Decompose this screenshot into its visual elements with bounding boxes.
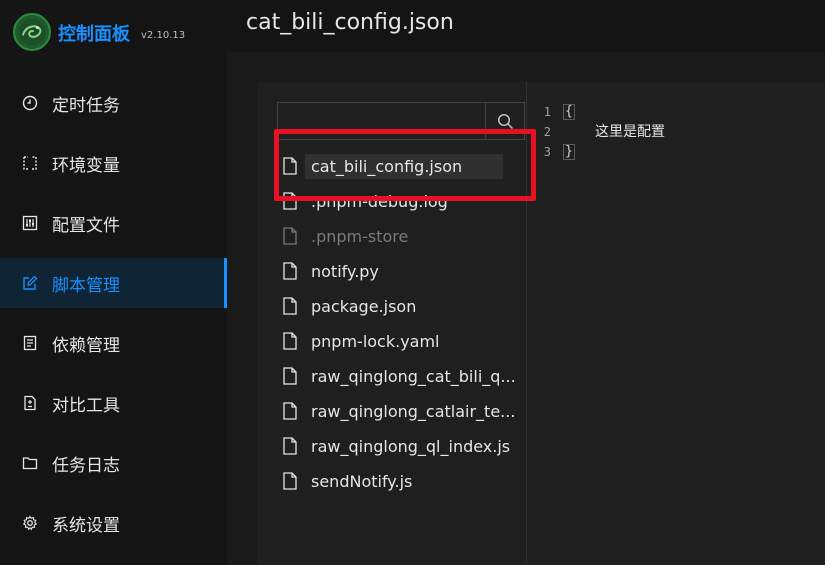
sidebar-item-label: 环境变量 (52, 155, 120, 176)
version-label: v2.10.13 (141, 30, 186, 41)
sidebar-item-label: 定时任务 (52, 95, 120, 116)
folder-icon (22, 455, 38, 471)
sidebar-item-label: 配置文件 (52, 215, 120, 236)
file-icon (283, 332, 297, 350)
sidebar-item-label: 系统设置 (52, 515, 120, 536)
file-name: sendNotify.js (311, 471, 413, 491)
edit-icon (22, 275, 38, 291)
sidebar-item-label: 对比工具 (52, 395, 120, 416)
file-name: package.json (311, 296, 417, 316)
search-icon (497, 113, 513, 129)
code-editor[interactable]: 1 { 2 3 } (527, 100, 825, 565)
line-number: 2 (543, 125, 551, 139)
sidebar-item-config[interactable]: 配置文件 (0, 198, 227, 248)
file-item[interactable]: sendNotify.js (283, 466, 412, 496)
sidebar-item-logs[interactable]: 任务日志 (0, 438, 227, 488)
sidebar: 控制面板 v2.10.13 定时任务 环境变量 配置文件 脚本管理 依赖管理 对… (0, 0, 227, 565)
search-button[interactable] (485, 103, 524, 139)
file-item[interactable]: notify.py (283, 256, 379, 286)
editor-line: 2 (527, 122, 563, 142)
file-icon (283, 402, 297, 420)
clock-icon (22, 95, 38, 111)
code-text: } (563, 144, 575, 160)
sidebar-item-dependencies[interactable]: 依赖管理 (0, 318, 227, 368)
sidebar-item-settings[interactable]: 系统设置 (0, 498, 227, 548)
file-item[interactable]: raw_qinglong_catlair_te... (283, 396, 515, 426)
file-item[interactable]: package.json (283, 291, 416, 321)
file-icon (283, 367, 297, 385)
editor-line: 3 } (527, 142, 575, 162)
brand-title: 控制面板 (58, 24, 130, 45)
file-search-box (277, 102, 525, 140)
sidebar-item-label: 脚本管理 (52, 275, 120, 296)
file-icon (283, 262, 297, 280)
editor-line: 1 { (527, 102, 575, 122)
config-content-text: 这里是配置 (595, 124, 665, 140)
file-item[interactable]: raw_qinglong_ql_index.js (283, 431, 510, 461)
dragon-logo-icon (18, 18, 46, 46)
diff-icon (22, 395, 38, 411)
logo (13, 13, 51, 51)
file-icon (283, 157, 297, 175)
file-icon (283, 192, 297, 210)
file-name: raw_qinglong_cat_bili_q... (311, 366, 516, 386)
sidebar-item-label: 任务日志 (52, 455, 120, 476)
line-number: 1 (543, 105, 551, 119)
package-icon (22, 335, 38, 351)
file-item[interactable]: .pnpm-debug.log (283, 186, 448, 216)
file-icon (283, 227, 297, 245)
page-title: cat_bili_config.json (246, 10, 454, 35)
file-name: raw_qinglong_ql_index.js (311, 436, 511, 456)
file-item[interactable]: raw_qinglong_cat_bili_q... (283, 361, 516, 391)
sliders-icon (22, 215, 38, 231)
variable-icon (22, 155, 38, 171)
sidebar-item-scripts[interactable]: 脚本管理 (0, 258, 227, 308)
search-input[interactable] (278, 103, 485, 139)
file-name: .pnpm-store (311, 226, 409, 246)
file-name: .pnpm-debug.log (311, 191, 448, 211)
code-text: { (563, 104, 575, 120)
file-item[interactable]: .pnpm-store (283, 221, 408, 251)
file-name: raw_qinglong_catlair_te... (311, 401, 516, 421)
file-item[interactable]: cat_bili_config.json (283, 151, 503, 181)
file-icon (283, 472, 297, 490)
sidebar-item-cron[interactable]: 定时任务 (0, 78, 227, 128)
sidebar-item-label: 依赖管理 (52, 335, 120, 356)
gear-icon (22, 515, 38, 531)
file-icon (283, 437, 297, 455)
file-name: cat_bili_config.json (305, 153, 503, 179)
line-number: 3 (543, 145, 551, 159)
page-header: cat_bili_config.json (227, 0, 825, 52)
sidebar-item-diff[interactable]: 对比工具 (0, 378, 227, 428)
file-name: pnpm-lock.yaml (311, 331, 440, 351)
file-item[interactable]: pnpm-lock.yaml (283, 326, 440, 356)
sidebar-item-env[interactable]: 环境变量 (0, 138, 227, 188)
file-name: notify.py (311, 261, 379, 281)
file-icon (283, 297, 297, 315)
